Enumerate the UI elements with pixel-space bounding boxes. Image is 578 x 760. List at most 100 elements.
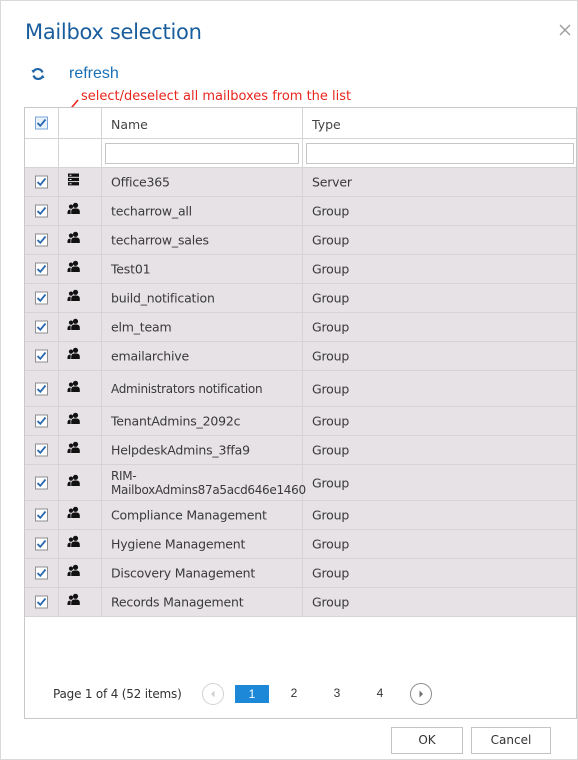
- row-name-cell: HelpdeskAdmins_3ffa9: [102, 436, 303, 464]
- group-icon: [67, 412, 81, 430]
- group-icon: [67, 564, 81, 582]
- mailbox-type: Group: [312, 232, 350, 248]
- table-row[interactable]: Administrators notification Group: [25, 371, 576, 407]
- row-checkbox[interactable]: [35, 175, 48, 189]
- row-type-cell: Group: [303, 197, 576, 225]
- header-name-cell[interactable]: Name: [102, 108, 303, 138]
- table-row[interactable]: Hygiene Management Group: [25, 530, 576, 559]
- row-checkbox[interactable]: [35, 508, 48, 522]
- row-checkbox[interactable]: [35, 204, 48, 218]
- table-row[interactable]: Office365 Server: [25, 168, 576, 197]
- select-all-annotation: select/deselect all mailboxes from the l…: [81, 89, 352, 104]
- row-select-cell: [25, 197, 59, 225]
- mailbox-name: Office365: [111, 174, 170, 190]
- row-checkbox[interactable]: [35, 233, 48, 247]
- column-header-name: Name: [111, 117, 148, 132]
- refresh-button[interactable]: refresh: [31, 65, 119, 86]
- chevron-left-icon: [211, 690, 215, 698]
- row-checkbox[interactable]: [35, 320, 48, 334]
- name-filter-input[interactable]: [105, 143, 299, 164]
- grid-filter-row: [25, 139, 576, 168]
- table-row[interactable]: elm_team Group: [25, 313, 576, 342]
- filter-spacer-1: [25, 139, 59, 167]
- row-name-cell: build_notification: [102, 284, 303, 312]
- group-icon: [67, 535, 81, 553]
- page-4-button[interactable]: 4: [372, 686, 388, 704]
- page-1-button[interactable]: 1: [235, 685, 269, 703]
- row-checkbox[interactable]: [35, 595, 48, 609]
- previous-page-button[interactable]: [202, 683, 224, 705]
- row-select-cell: [25, 407, 59, 435]
- row-type-cell: Group: [303, 284, 576, 312]
- row-select-cell: [25, 371, 59, 406]
- type-filter-input[interactable]: [306, 143, 574, 164]
- row-name-cell: Compliance Management: [102, 501, 303, 529]
- mailbox-type: Group: [312, 413, 350, 429]
- group-icon: [67, 347, 81, 365]
- dialog-title: Mailbox selection: [25, 20, 202, 44]
- row-type-cell: Group: [303, 255, 576, 283]
- pager-info: Page 1 of 4 (52 items): [53, 687, 182, 701]
- cancel-button[interactable]: Cancel: [471, 727, 551, 754]
- row-checkbox[interactable]: [35, 349, 48, 363]
- row-select-cell: [25, 530, 59, 558]
- pager: Page 1 of 4 (52 items) 1 2 3 4: [24, 677, 577, 717]
- mailbox-type: Group: [312, 565, 350, 581]
- row-type-cell: Group: [303, 559, 576, 587]
- row-name-cell: Administrators notification: [102, 371, 303, 406]
- row-checkbox[interactable]: [35, 262, 48, 276]
- mailbox-name: Records Management: [111, 594, 244, 610]
- table-row[interactable]: HelpdeskAdmins_3ffa9 Group: [25, 436, 576, 465]
- row-type-cell: Server: [303, 168, 576, 196]
- row-checkbox[interactable]: [35, 537, 48, 551]
- row-icon-cell: [59, 197, 102, 225]
- row-select-cell: [25, 168, 59, 196]
- row-checkbox[interactable]: [35, 291, 48, 305]
- table-row[interactable]: Discovery Management Group: [25, 559, 576, 588]
- table-row[interactable]: Compliance Management Group: [25, 501, 576, 530]
- mailbox-type: Group: [312, 507, 350, 523]
- table-row[interactable]: build_notification Group: [25, 284, 576, 313]
- mailbox-name: TenantAdmins_2092c: [111, 413, 241, 429]
- table-row[interactable]: RIM-​MailboxAdmins87a5acd646e1460 Group: [25, 465, 576, 501]
- table-row[interactable]: Test01 Group: [25, 255, 576, 284]
- mailbox-type: Group: [312, 536, 350, 552]
- row-icon-cell: [59, 407, 102, 435]
- ok-button[interactable]: OK: [391, 727, 463, 754]
- mailbox-name: Hygiene Management: [111, 536, 246, 552]
- row-icon-cell: [59, 313, 102, 341]
- page-3-button[interactable]: 3: [329, 686, 345, 704]
- group-icon: [67, 231, 81, 249]
- server-icon: [67, 173, 80, 191]
- mailbox-grid: Name Type Office365 Server techarrow_all Gr…: [24, 107, 577, 719]
- refresh-icon: [31, 67, 45, 86]
- group-icon: [67, 506, 81, 524]
- mailbox-type: Group: [312, 475, 350, 490]
- select-all-checkbox[interactable]: [35, 116, 48, 130]
- row-type-cell: Group: [303, 501, 576, 529]
- group-icon: [67, 318, 81, 336]
- header-type-cell[interactable]: Type: [303, 108, 576, 138]
- mailbox-type: Group: [312, 348, 350, 364]
- page-2-button[interactable]: 2: [286, 686, 302, 704]
- group-icon: [67, 441, 81, 459]
- row-type-cell: Group: [303, 530, 576, 558]
- table-row[interactable]: techarrow_sales Group: [25, 226, 576, 255]
- row-name-cell: techarrow_all: [102, 197, 303, 225]
- table-row[interactable]: techarrow_all Group: [25, 197, 576, 226]
- table-row[interactable]: Records Management Group: [25, 588, 576, 617]
- mailbox-name: emailarchive: [111, 348, 189, 364]
- table-row[interactable]: TenantAdmins_2092c Group: [25, 407, 576, 436]
- row-checkbox[interactable]: [35, 382, 48, 395]
- next-page-button[interactable]: [410, 683, 432, 705]
- row-checkbox[interactable]: [35, 414, 48, 428]
- table-row[interactable]: emailarchive Group: [25, 342, 576, 371]
- row-checkbox[interactable]: [35, 566, 48, 580]
- row-select-cell: [25, 313, 59, 341]
- row-checkbox[interactable]: [35, 476, 48, 489]
- row-select-cell: [25, 501, 59, 529]
- row-checkbox[interactable]: [35, 443, 48, 457]
- row-icon-cell: [59, 530, 102, 558]
- row-type-cell: Group: [303, 342, 576, 370]
- close-icon[interactable]: [558, 23, 572, 37]
